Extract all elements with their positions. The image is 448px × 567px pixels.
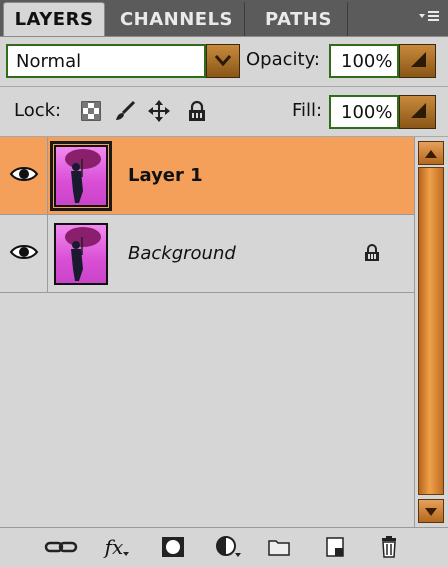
triangle-down-icon — [424, 502, 438, 521]
new-group-folder-icon[interactable] — [262, 534, 296, 560]
slider-arrow-icon — [408, 100, 428, 124]
fill-label: Fill: — [292, 100, 323, 121]
link-layers-icon[interactable] — [44, 534, 78, 560]
layer-thumbnail[interactable] — [54, 223, 108, 285]
layer-lock-icon — [362, 243, 382, 267]
visibility-toggle[interactable] — [0, 215, 48, 292]
lock-transparent-pixels-icon[interactable] — [78, 98, 104, 124]
lock-all-icon[interactable] — [184, 98, 210, 124]
layer-name[interactable]: Background — [128, 243, 236, 264]
divider — [0, 86, 448, 87]
tab-layers[interactable]: LAYERS — [3, 2, 105, 36]
panel-menu-icon[interactable] — [416, 6, 442, 28]
blend-mode-select[interactable]: Normal — [6, 44, 206, 78]
panel-tab-strip: LAYERS CHANNELS PATHS — [0, 0, 448, 37]
chevron-down-icon — [214, 52, 232, 71]
fill-slider-button[interactable] — [399, 95, 436, 129]
opacity-value: 100% — [341, 50, 393, 72]
opacity-input[interactable]: 100% — [329, 44, 399, 78]
opacity-label: Opacity: — [246, 49, 320, 70]
layer-row-background[interactable]: Background — [0, 215, 414, 293]
layer-name[interactable]: Layer 1 — [128, 165, 203, 186]
scroll-up-button[interactable] — [418, 141, 444, 165]
fill-input[interactable]: 100% — [329, 95, 399, 129]
scrollbar-thumb[interactable] — [418, 167, 444, 495]
opacity-slider-button[interactable] — [399, 44, 436, 78]
add-mask-icon[interactable] — [156, 534, 190, 560]
scroll-down-button[interactable] — [418, 499, 444, 523]
lock-image-pixels-icon[interactable] — [112, 98, 138, 124]
layer-thumbnail[interactable] — [50, 141, 112, 211]
layer-row-layer-1[interactable]: Layer 1 — [0, 137, 414, 215]
fill-value: 100% — [341, 101, 393, 123]
triangle-up-icon — [424, 144, 438, 163]
slider-arrow-icon — [408, 49, 428, 73]
lock-label: Lock: — [14, 100, 62, 121]
lock-position-icon[interactable] — [146, 98, 172, 124]
tab-paths[interactable]: PATHS — [250, 2, 348, 36]
layers-list: Layer 1 Background — [0, 137, 414, 527]
layers-bottom-toolbar: fx — [0, 527, 448, 567]
delete-layer-trash-icon[interactable] — [372, 534, 406, 560]
visibility-toggle[interactable] — [0, 137, 48, 214]
blend-mode-value: Normal — [16, 50, 82, 72]
layer-style-fx-icon[interactable]: fx — [100, 534, 134, 560]
fx-label: fx — [104, 535, 124, 559]
adjustment-layer-icon[interactable] — [212, 534, 246, 560]
blend-mode-dropdown-button[interactable] — [206, 44, 240, 78]
new-layer-icon[interactable] — [318, 534, 352, 560]
tab-channels[interactable]: CHANNELS — [109, 2, 245, 36]
layers-scrollbar[interactable] — [414, 137, 448, 527]
eye-icon — [9, 242, 39, 266]
eye-icon — [9, 164, 39, 188]
